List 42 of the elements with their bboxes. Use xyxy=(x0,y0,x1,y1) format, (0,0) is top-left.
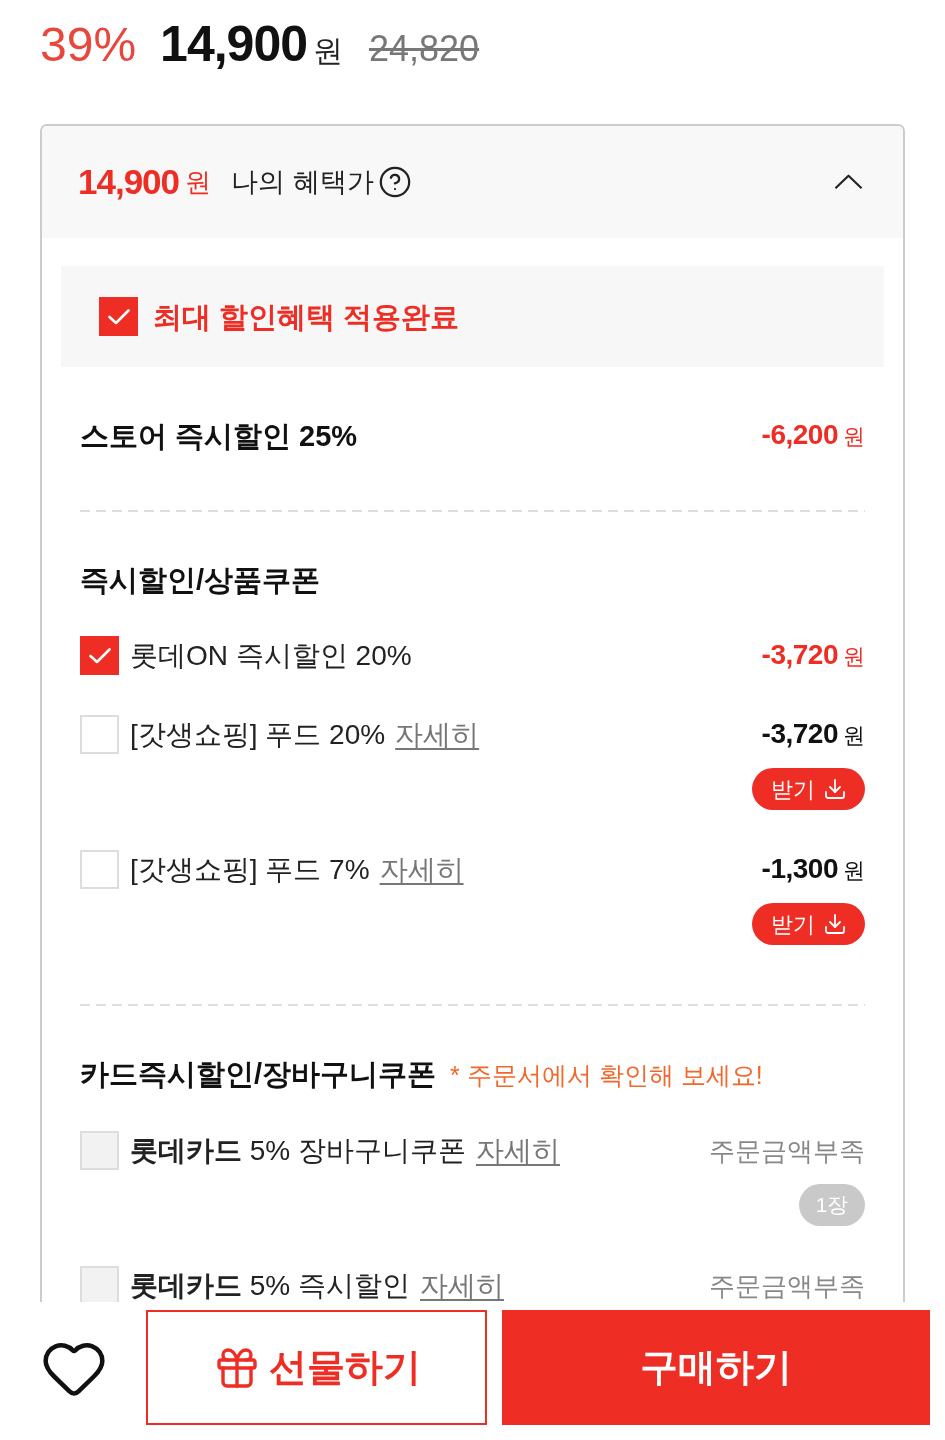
store-discount-label: 스토어 즉시할인 25% xyxy=(80,419,358,453)
status-text: 주문금액부족 xyxy=(709,1269,865,1302)
chevron-up-icon[interactable] xyxy=(834,174,863,190)
gift-button[interactable]: 선물하기 xyxy=(146,1310,487,1425)
coupon-label: [갓생쇼핑] 푸드 7% xyxy=(130,852,370,887)
section-title: 카드즉시할인/장바구니쿠폰 xyxy=(80,1057,437,1091)
benefit-header[interactable]: 14,900 원 나의 혜택가 xyxy=(42,126,903,238)
discount-rate: 39% xyxy=(40,17,137,73)
status-text: 주문금액부족 xyxy=(709,1134,865,1168)
currency-unit: 원 xyxy=(843,642,865,671)
original-price: 24,820 xyxy=(369,27,480,71)
benefit-price: 14,900 xyxy=(78,162,180,202)
coupon-label: 롯데카드 5% 즉시할인 xyxy=(130,1268,411,1302)
download-icon xyxy=(822,777,847,801)
max-benefit-label: 최대 할인혜택 적용완료 xyxy=(153,299,460,335)
discount-amount: -6,200 xyxy=(761,418,838,452)
section-title: 즉시할인/상품쿠폰 xyxy=(80,563,321,597)
coupon-label: 롯데카드 5% 장바구니쿠폰 xyxy=(130,1133,467,1168)
checkmark-icon xyxy=(107,308,130,325)
checkbox[interactable] xyxy=(99,297,138,336)
checkmark-icon xyxy=(88,647,111,664)
download-icon xyxy=(822,912,847,936)
currency-unit: 원 xyxy=(313,33,343,69)
currency-unit: 원 xyxy=(843,721,865,750)
discount-amount: -3,720 xyxy=(761,637,838,672)
help-icon[interactable] xyxy=(377,165,412,199)
discount-amount: -1,300 xyxy=(761,851,838,886)
download-coupon-button[interactable]: 받기 xyxy=(752,903,865,945)
benefit-label: 나의 혜택가 xyxy=(231,166,374,199)
section-note: * 주문서에서 확인해 보세요! xyxy=(450,1060,763,1091)
currency-unit: 원 xyxy=(843,423,865,451)
coupon-label: 롯데ON 즉시할인 20% xyxy=(130,638,412,673)
currency-unit: 원 xyxy=(843,856,865,885)
sale-price: 14,900 xyxy=(160,15,307,74)
download-coupon-button[interactable]: 받기 xyxy=(752,768,865,810)
checkbox[interactable] xyxy=(80,636,119,675)
coupon-label: [갓생쇼핑] 푸드 20% xyxy=(130,717,386,752)
buy-button[interactable]: 구매하기 xyxy=(502,1310,930,1425)
details-link[interactable]: 자세히 xyxy=(395,717,480,752)
discount-amount: -3,720 xyxy=(761,716,838,751)
details-link[interactable]: 자세히 xyxy=(379,852,464,887)
currency-unit: 원 xyxy=(185,166,212,199)
